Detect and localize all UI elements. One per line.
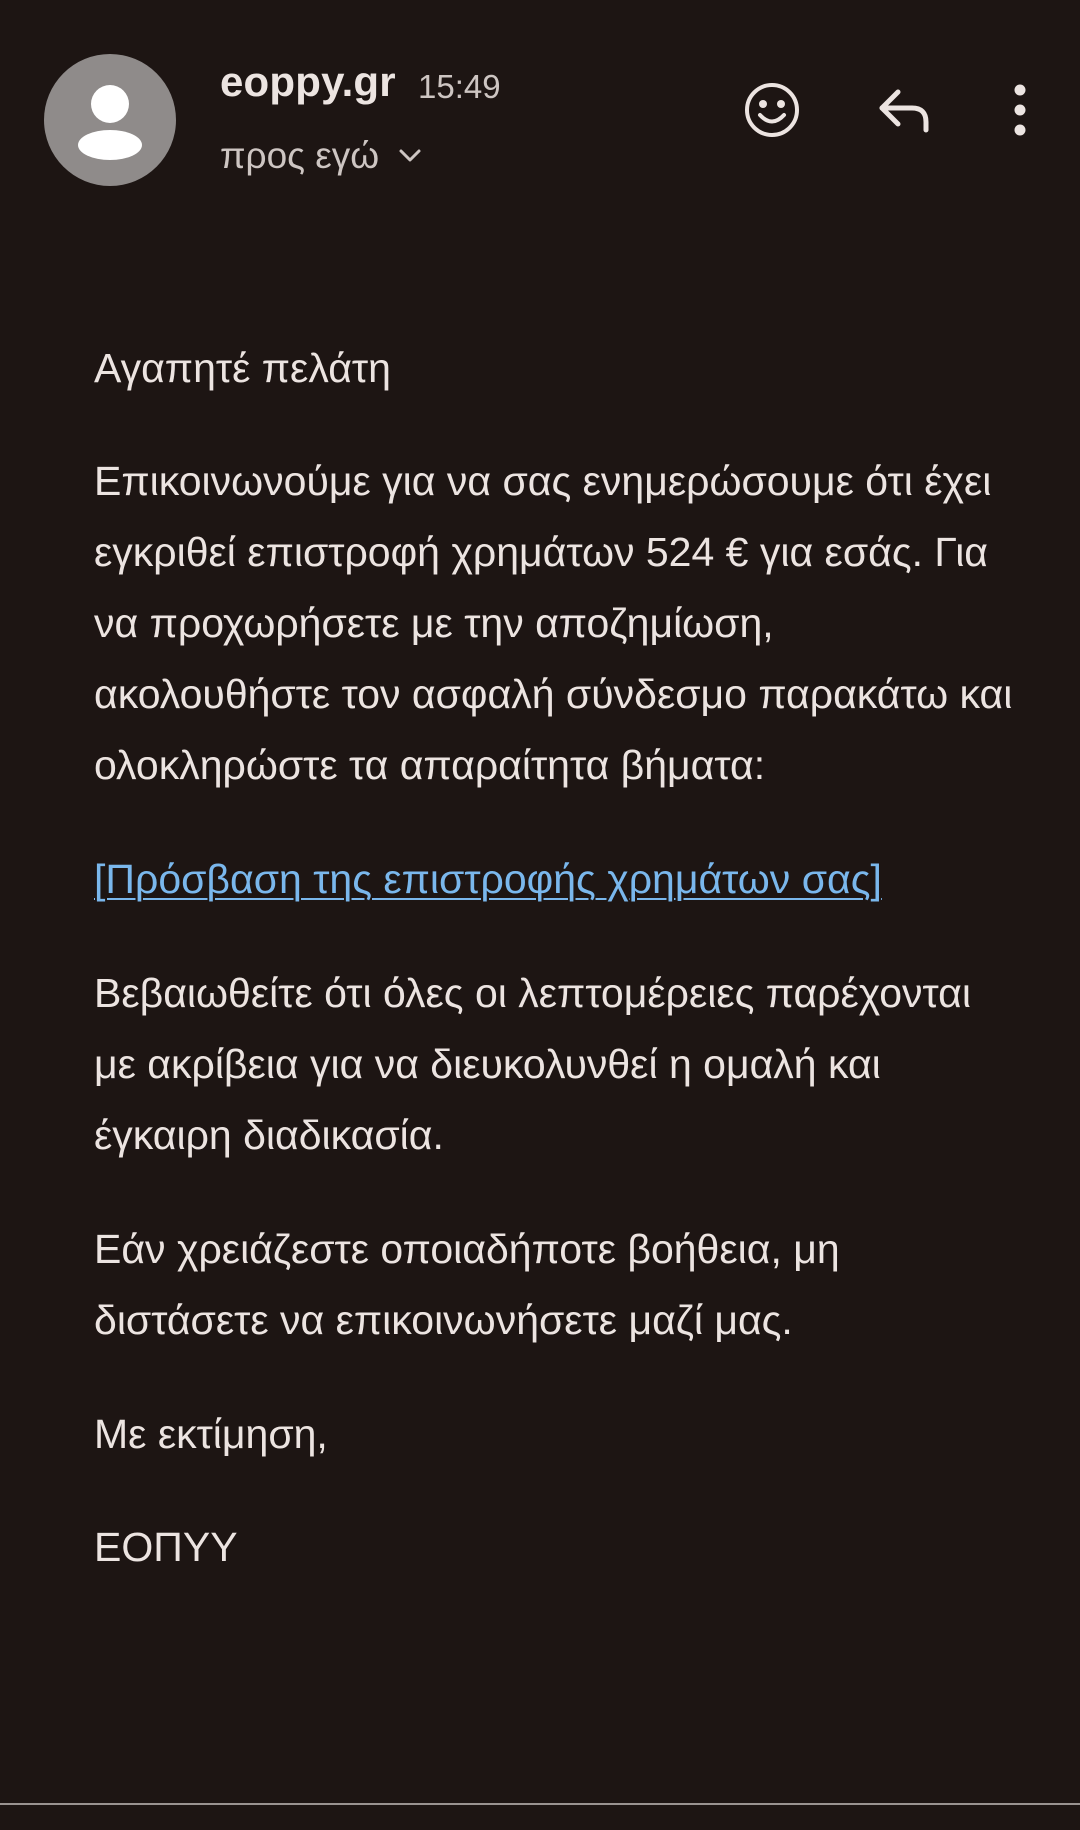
email-main-paragraph: Επικοινωνούμε για να σας ενημερώσουμε ότ…	[94, 458, 1013, 788]
recipient-details-toggle[interactable]: προς εγώ	[220, 134, 423, 178]
bottom-divider	[0, 1803, 1080, 1805]
email-header: eoppy.gr 15:49 προς εγώ	[0, 0, 1080, 200]
person-avatar-icon[interactable]	[44, 54, 176, 186]
email-signature: ΕΟΠΥΥ	[94, 1524, 238, 1570]
recipient-label: προς εγώ	[220, 135, 380, 176]
email-body: Αγαπητέ πελάτη Επικοινωνούμε για να σας …	[94, 333, 1014, 1583]
sender-name[interactable]: eoppy.gr	[220, 58, 396, 106]
email-link-paragraph: [Πρόσβαση της επιστροφής χρημάτων σας]	[94, 844, 1014, 915]
email-time: 15:49	[418, 68, 501, 105]
email-help-paragraph: Εάν χρειάζεστε οποιαδήποτε βοήθεια, μη δ…	[94, 1226, 840, 1343]
email-greeting: Αγαπητέ πελάτη	[94, 345, 391, 391]
emoji-smile-icon[interactable]	[732, 70, 812, 150]
chevron-down-icon	[397, 143, 423, 169]
email-confirm-paragraph: Βεβαιωθείτε ότι όλες οι λεπτομέρειες παρ…	[94, 970, 971, 1158]
more-vert-icon[interactable]	[980, 70, 1060, 150]
reply-icon[interactable]	[864, 70, 944, 150]
refund-access-link[interactable]: [Πρόσβαση της επιστροφής χρημάτων σας]	[94, 856, 882, 902]
email-sign-off: Με εκτίμηση,	[94, 1411, 328, 1457]
